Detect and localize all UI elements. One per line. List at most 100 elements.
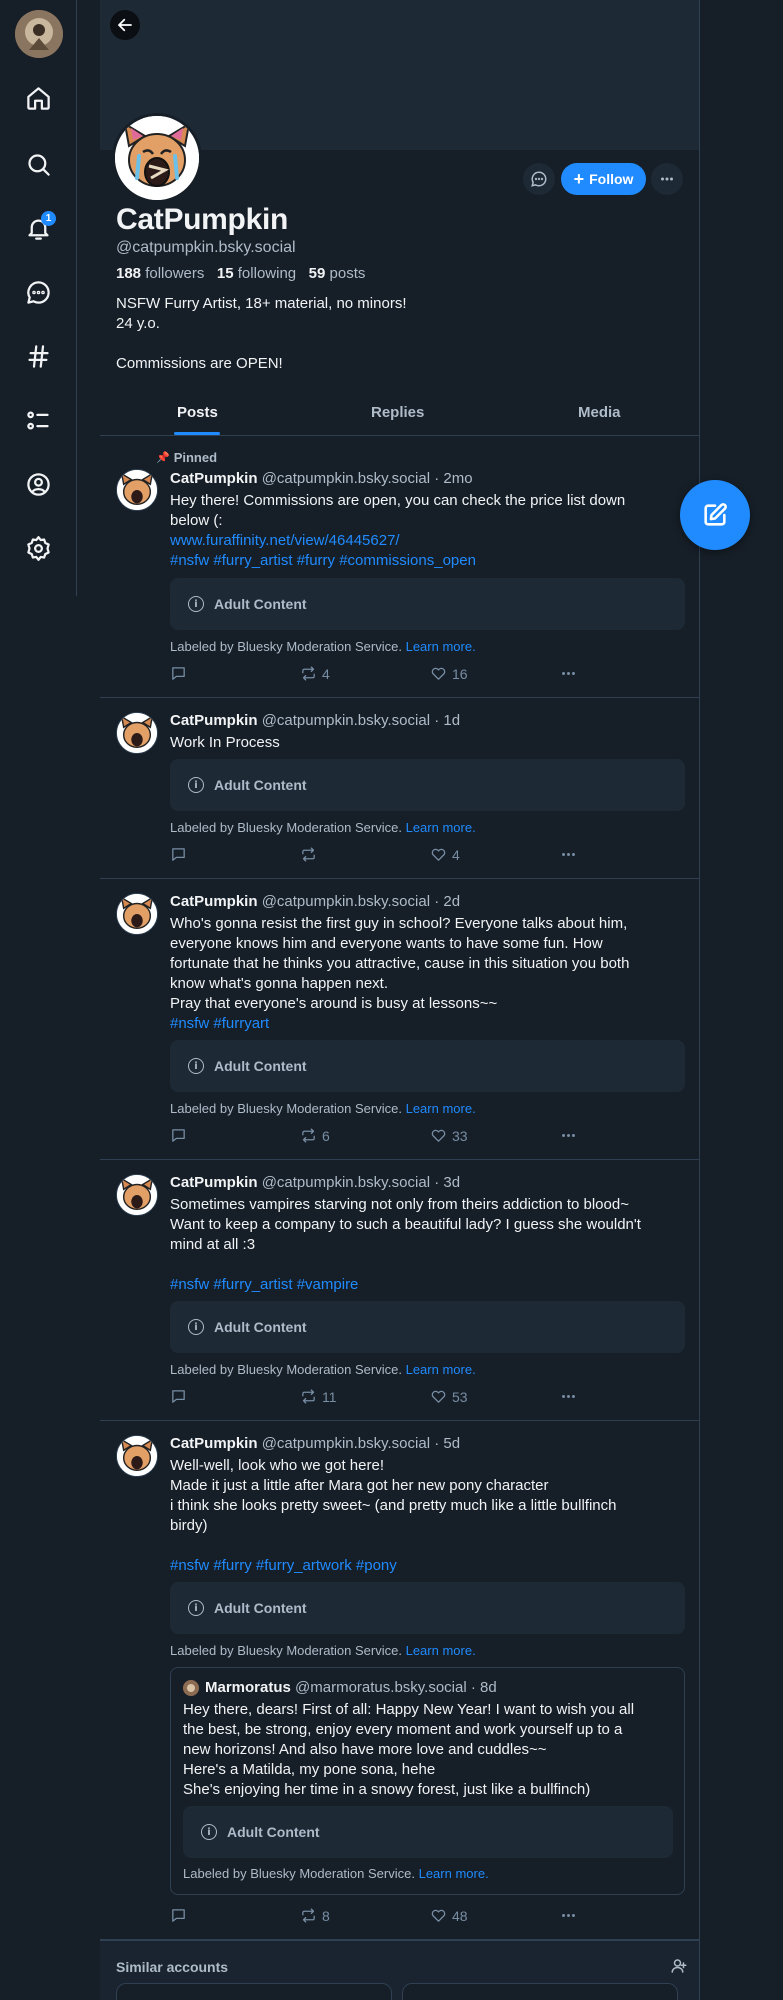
post-item[interactable]: CatPumpkin @catpumpkin.bsky.social · 1d … xyxy=(100,698,699,879)
reply-button[interactable] xyxy=(170,1907,187,1924)
adult-content-warning[interactable]: i Adult Content xyxy=(170,578,685,630)
reply-button[interactable] xyxy=(170,846,187,863)
author-avatar[interactable] xyxy=(116,893,158,935)
follow-button[interactable]: + Follow xyxy=(561,163,646,195)
like-button[interactable]: 16 xyxy=(430,665,468,682)
learn-more-link[interactable]: Learn more. xyxy=(406,639,476,654)
nav-notifications[interactable]: 1 xyxy=(19,209,57,247)
author-meta: @catpumpkin.bsky.social · 2mo xyxy=(261,470,473,487)
reply-icon xyxy=(172,848,185,861)
learn-more-link[interactable]: Learn more. xyxy=(406,1101,476,1116)
like-button[interactable]: 4 xyxy=(430,846,460,863)
author-avatar[interactable] xyxy=(116,1174,158,1216)
similar-account-card[interactable] xyxy=(116,1983,392,2000)
tab-replies[interactable]: Replies xyxy=(371,404,424,421)
post-tags[interactable]: #nsfw #furry #furry_artwork #pony xyxy=(170,1556,685,1576)
author-name[interactable]: CatPumpkin xyxy=(170,1435,258,1452)
author-meta: @catpumpkin.bsky.social · 5d xyxy=(261,1435,461,1452)
adult-content-warning[interactable]: i Adult Content xyxy=(170,759,685,811)
post-tags[interactable]: #nsfw #furry_artist #vampire xyxy=(170,1275,685,1295)
reply-button[interactable] xyxy=(170,665,187,682)
back-button[interactable] xyxy=(110,10,140,40)
post-actions: 11 53 xyxy=(170,1388,620,1406)
repost-button[interactable]: 11 xyxy=(300,1388,337,1405)
adult-content-warning[interactable]: i Adult Content xyxy=(183,1806,673,1858)
author-name[interactable]: CatPumpkin xyxy=(170,712,258,729)
nav-profile[interactable] xyxy=(19,465,57,503)
learn-more-link[interactable]: Learn more. xyxy=(406,1362,476,1377)
nav-lists[interactable] xyxy=(19,401,57,439)
post-item[interactable]: 📌 Pinned CatPumpkin @catpumpkin.bsky.soc… xyxy=(100,437,699,698)
author-name[interactable]: CatPumpkin xyxy=(170,470,258,487)
ellipsis-icon xyxy=(562,1914,575,1917)
nav-divider xyxy=(76,0,77,596)
current-user-avatar[interactable] xyxy=(15,10,63,58)
nav-search[interactable] xyxy=(19,145,57,183)
quoted-post[interactable]: Marmoratus @marmoratus.bsky.social · 8d … xyxy=(170,1667,685,1895)
like-button[interactable]: 48 xyxy=(430,1907,468,1924)
post-actions: 6 33 xyxy=(170,1127,620,1145)
profile-avatar[interactable] xyxy=(112,113,202,203)
post-more-button[interactable] xyxy=(560,1388,577,1405)
quoted-post-header: Marmoratus @marmoratus.bsky.social · 8d xyxy=(205,1679,497,1696)
nav-home[interactable] xyxy=(19,79,57,117)
learn-more-link[interactable]: Learn more. xyxy=(406,1643,476,1658)
pinned-indicator: 📌 Pinned xyxy=(156,450,218,465)
hashtag-icon xyxy=(27,344,49,368)
author-avatar[interactable] xyxy=(116,1435,158,1477)
post-more-button[interactable] xyxy=(560,665,577,682)
post-item[interactable]: CatPumpkin @catpumpkin.bsky.social · 2d … xyxy=(100,879,699,1160)
quoted-author-name[interactable]: Marmoratus xyxy=(205,1679,291,1696)
author-name[interactable]: CatPumpkin xyxy=(170,893,258,910)
repost-button[interactable]: 6 xyxy=(300,1127,330,1144)
user-add-icon[interactable] xyxy=(670,1957,688,1975)
nav-feeds[interactable] xyxy=(19,337,57,375)
similar-account-card[interactable] xyxy=(402,1983,678,2000)
post-item[interactable]: CatPumpkin @catpumpkin.bsky.social · 3d … xyxy=(100,1160,699,1421)
following-link[interactable]: 15 following xyxy=(217,265,296,282)
post-more-button[interactable] xyxy=(560,1127,577,1144)
notifications-badge: 1 xyxy=(41,211,56,226)
learn-more-link[interactable]: Learn more. xyxy=(419,1866,489,1881)
nav-chat[interactable] xyxy=(19,273,57,311)
post-item[interactable]: CatPumpkin @catpumpkin.bsky.social · 5d … xyxy=(100,1421,699,1940)
adult-content-warning[interactable]: i Adult Content xyxy=(170,1040,685,1092)
repost-button[interactable] xyxy=(300,846,322,863)
repost-icon xyxy=(302,1128,315,1143)
active-tab-indicator xyxy=(174,432,220,435)
adult-content-warning[interactable]: i Adult Content xyxy=(170,1582,685,1634)
profile-bio: NSFW Furry Artist, 18+ material, no mino… xyxy=(116,295,407,372)
post-header: CatPumpkin @catpumpkin.bsky.social · 2mo xyxy=(170,470,473,487)
compose-post-button[interactable] xyxy=(680,480,750,550)
repost-button[interactable]: 4 xyxy=(300,665,330,682)
info-icon: i xyxy=(188,1058,204,1074)
reply-button[interactable] xyxy=(170,1127,187,1144)
nav-settings[interactable] xyxy=(19,529,57,567)
like-button[interactable]: 53 xyxy=(430,1388,468,1405)
info-icon: i xyxy=(188,1600,204,1616)
tab-posts[interactable]: Posts xyxy=(177,404,218,421)
more-options-button[interactable] xyxy=(651,163,683,195)
reply-button[interactable] xyxy=(170,1388,187,1405)
followers-link[interactable]: 188 followers xyxy=(116,265,204,282)
post-more-button[interactable] xyxy=(560,846,577,863)
heart-icon xyxy=(431,1390,446,1403)
post-header: CatPumpkin @catpumpkin.bsky.social · 2d xyxy=(170,893,460,910)
tab-media[interactable]: Media xyxy=(578,404,621,421)
similar-accounts-title: Similar accounts xyxy=(116,1959,229,1975)
author-avatar[interactable] xyxy=(116,469,158,511)
adult-content-warning[interactable]: i Adult Content xyxy=(170,1301,685,1353)
author-name[interactable]: CatPumpkin xyxy=(170,1174,258,1191)
author-avatar[interactable] xyxy=(116,712,158,754)
post-link[interactable]: www.furaffinity.net/view/46445627/ xyxy=(170,531,685,551)
post-header: CatPumpkin @catpumpkin.bsky.social · 5d xyxy=(170,1435,460,1452)
learn-more-link[interactable]: Learn more. xyxy=(406,820,476,835)
message-button[interactable] xyxy=(523,163,555,195)
post-more-button[interactable] xyxy=(560,1907,577,1924)
post-tags[interactable]: #nsfw #furry_artist #furry #commissions_… xyxy=(170,551,685,571)
like-button[interactable]: 33 xyxy=(430,1127,468,1144)
post-tags[interactable]: #nsfw #furryart xyxy=(170,1014,685,1034)
repost-button[interactable]: 8 xyxy=(300,1907,330,1924)
post-text: Well-well, look who we got here! Made it… xyxy=(170,1456,685,1576)
similar-accounts-section: Similar accounts xyxy=(100,1940,699,2000)
